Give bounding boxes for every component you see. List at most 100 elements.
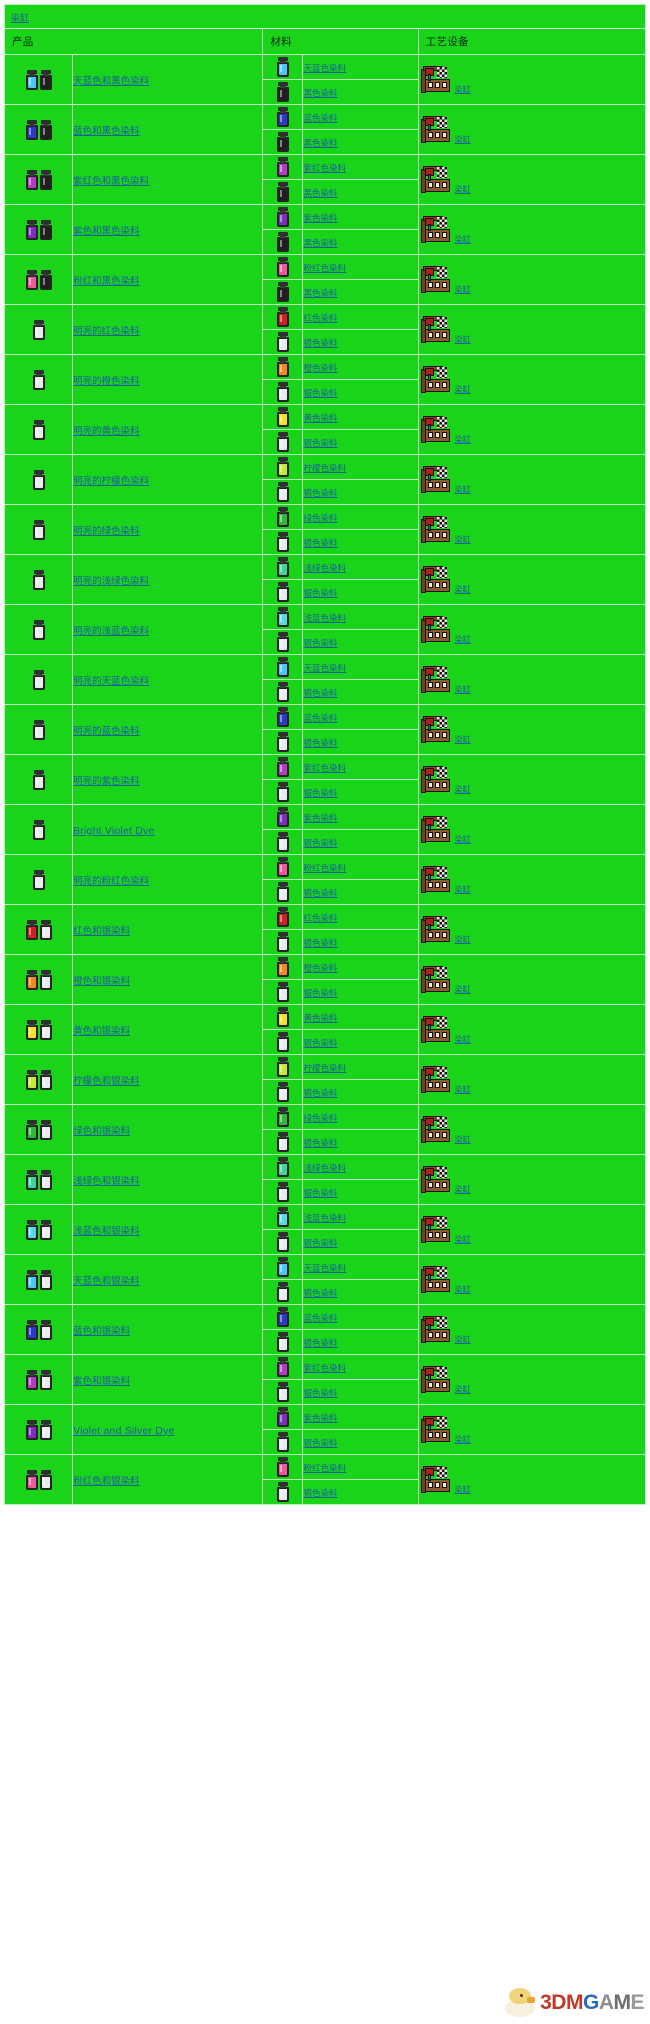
- station-link[interactable]: 染缸: [455, 435, 471, 444]
- station-link[interactable]: 染缸: [455, 1085, 471, 1094]
- product-link[interactable]: 浅绿色和银染料: [73, 1176, 140, 1187]
- station-link[interactable]: 染缸: [455, 1435, 471, 1444]
- product-link[interactable]: 天蓝色和银染料: [73, 1276, 140, 1287]
- station-link[interactable]: 染缸: [455, 585, 471, 594]
- material-link[interactable]: 红色染料: [303, 313, 337, 323]
- material-link[interactable]: 银色染料: [303, 638, 337, 648]
- material-link[interactable]: 黄色染料: [303, 1013, 337, 1023]
- material-link[interactable]: 银色染料: [303, 1388, 337, 1398]
- station-link[interactable]: 染缸: [455, 1185, 471, 1194]
- product-link[interactable]: 明亮的紫色染料: [73, 776, 140, 787]
- station-link[interactable]: 染缸: [455, 485, 471, 494]
- material-link[interactable]: 银色染料: [303, 788, 337, 798]
- station-link[interactable]: 染缸: [455, 785, 471, 794]
- product-link[interactable]: Violet and Silver Dye: [73, 1425, 174, 1437]
- product-link[interactable]: 粉红和黑色染料: [73, 276, 140, 287]
- product-link[interactable]: 明亮的橙色染料: [73, 376, 140, 387]
- station-link[interactable]: 染缸: [455, 535, 471, 544]
- product-link[interactable]: 黄色和银染料: [73, 1026, 130, 1037]
- material-link[interactable]: 橙色染料: [303, 963, 337, 973]
- material-link[interactable]: 银色染料: [303, 1438, 337, 1448]
- material-link[interactable]: 银色染料: [303, 388, 337, 398]
- product-link[interactable]: 明亮的浅绿色染料: [73, 576, 149, 587]
- material-link[interactable]: 银色染料: [303, 538, 337, 548]
- material-link[interactable]: 紫色染料: [303, 1413, 337, 1423]
- station-link[interactable]: 染缸: [455, 635, 471, 644]
- material-link[interactable]: 天蓝色染料: [303, 1263, 346, 1273]
- station-link[interactable]: 染缸: [455, 935, 471, 944]
- material-link[interactable]: 银色染料: [303, 1238, 337, 1248]
- product-link[interactable]: 明亮的蓝色染料: [73, 726, 140, 737]
- material-link[interactable]: 银色染料: [303, 1088, 337, 1098]
- material-link[interactable]: 银色染料: [303, 1288, 337, 1298]
- material-link[interactable]: 银色染料: [303, 438, 337, 448]
- station-link[interactable]: 染缸: [455, 1035, 471, 1044]
- station-link[interactable]: 染缸: [455, 85, 471, 94]
- station-link[interactable]: 染缸: [455, 1135, 471, 1144]
- material-link[interactable]: 蓝色染料: [303, 113, 337, 123]
- station-link[interactable]: 染缸: [455, 985, 471, 994]
- station-link[interactable]: 染缸: [455, 685, 471, 694]
- material-link[interactable]: 粉红色染料: [303, 1463, 346, 1473]
- product-link[interactable]: 明亮的红色染料: [73, 326, 140, 337]
- product-link[interactable]: 明亮的浅蓝色染料: [73, 626, 149, 637]
- product-link[interactable]: 明亮的绿色染料: [73, 526, 140, 537]
- product-link[interactable]: 蓝色和银染料: [73, 1326, 130, 1337]
- material-link[interactable]: 银色染料: [303, 1338, 337, 1348]
- material-link[interactable]: 天蓝色染料: [303, 663, 346, 673]
- material-link[interactable]: 黄色染料: [303, 413, 337, 423]
- caption-station-link[interactable]: 染缸: [11, 13, 29, 24]
- material-link[interactable]: 紫红色染料: [303, 763, 346, 773]
- material-link[interactable]: 柠檬色染料: [303, 463, 346, 473]
- station-link[interactable]: 染缸: [455, 235, 471, 244]
- material-link[interactable]: 天蓝色染料: [303, 63, 346, 73]
- station-link[interactable]: 染缸: [455, 385, 471, 394]
- product-link[interactable]: 粉红色和银染料: [73, 1476, 140, 1487]
- product-link[interactable]: 天蓝色和黑色染料: [73, 76, 149, 87]
- product-link[interactable]: 绿色和银染料: [73, 1126, 130, 1137]
- material-link[interactable]: 紫红色染料: [303, 163, 346, 173]
- material-link[interactable]: 银色染料: [303, 938, 337, 948]
- material-link[interactable]: 银色染料: [303, 1188, 337, 1198]
- material-link[interactable]: 黑色染料: [303, 188, 337, 198]
- material-link[interactable]: 黑色染料: [303, 138, 337, 148]
- station-link[interactable]: 染缸: [455, 1285, 471, 1294]
- material-link[interactable]: 粉红色染料: [303, 263, 346, 273]
- material-link[interactable]: 银色染料: [303, 488, 337, 498]
- station-link[interactable]: 染缸: [455, 1235, 471, 1244]
- material-link[interactable]: 蓝色染料: [303, 713, 337, 723]
- material-link[interactable]: 柠檬色染料: [303, 1063, 346, 1073]
- material-link[interactable]: 浅绿色染料: [303, 1163, 346, 1173]
- product-link[interactable]: 明亮的粉红色染料: [73, 876, 149, 887]
- product-link[interactable]: 明亮的黄色染料: [73, 426, 140, 437]
- station-link[interactable]: 染缸: [455, 835, 471, 844]
- station-link[interactable]: 染缸: [455, 1335, 471, 1344]
- station-link[interactable]: 染缸: [455, 135, 471, 144]
- product-link[interactable]: 明亮的天蓝色染料: [73, 676, 149, 687]
- product-link[interactable]: 柠檬色和银染料: [73, 1076, 140, 1087]
- material-link[interactable]: 银色染料: [303, 738, 337, 748]
- station-link[interactable]: 染缸: [455, 735, 471, 744]
- material-link[interactable]: 银色染料: [303, 888, 337, 898]
- product-link[interactable]: 紫红色和黑色染料: [73, 176, 149, 187]
- material-link[interactable]: 浅蓝色染料: [303, 1213, 346, 1223]
- material-link[interactable]: 黑色染料: [303, 288, 337, 298]
- material-link[interactable]: 银色染料: [303, 838, 337, 848]
- product-link[interactable]: 紫色和黑色染料: [73, 226, 140, 237]
- product-link[interactable]: 明亮的柠檬色染料: [73, 476, 149, 487]
- material-link[interactable]: 绿色染料: [303, 1113, 337, 1123]
- station-link[interactable]: 染缸: [455, 1485, 471, 1494]
- material-link[interactable]: 浅蓝色染料: [303, 613, 346, 623]
- product-link[interactable]: 红色和银染料: [73, 926, 130, 937]
- material-link[interactable]: 黑色染料: [303, 88, 337, 98]
- material-link[interactable]: 银色染料: [303, 588, 337, 598]
- material-link[interactable]: 黑色染料: [303, 238, 337, 248]
- product-link[interactable]: Bright Violet Dye: [73, 825, 154, 837]
- material-link[interactable]: 绿色染料: [303, 513, 337, 523]
- material-link[interactable]: 银色染料: [303, 688, 337, 698]
- station-link[interactable]: 染缸: [455, 335, 471, 344]
- material-link[interactable]: 银色染料: [303, 988, 337, 998]
- material-link[interactable]: 银色染料: [303, 1488, 337, 1498]
- material-link[interactable]: 银色染料: [303, 1138, 337, 1148]
- product-link[interactable]: 浅蓝色和银染料: [73, 1226, 140, 1237]
